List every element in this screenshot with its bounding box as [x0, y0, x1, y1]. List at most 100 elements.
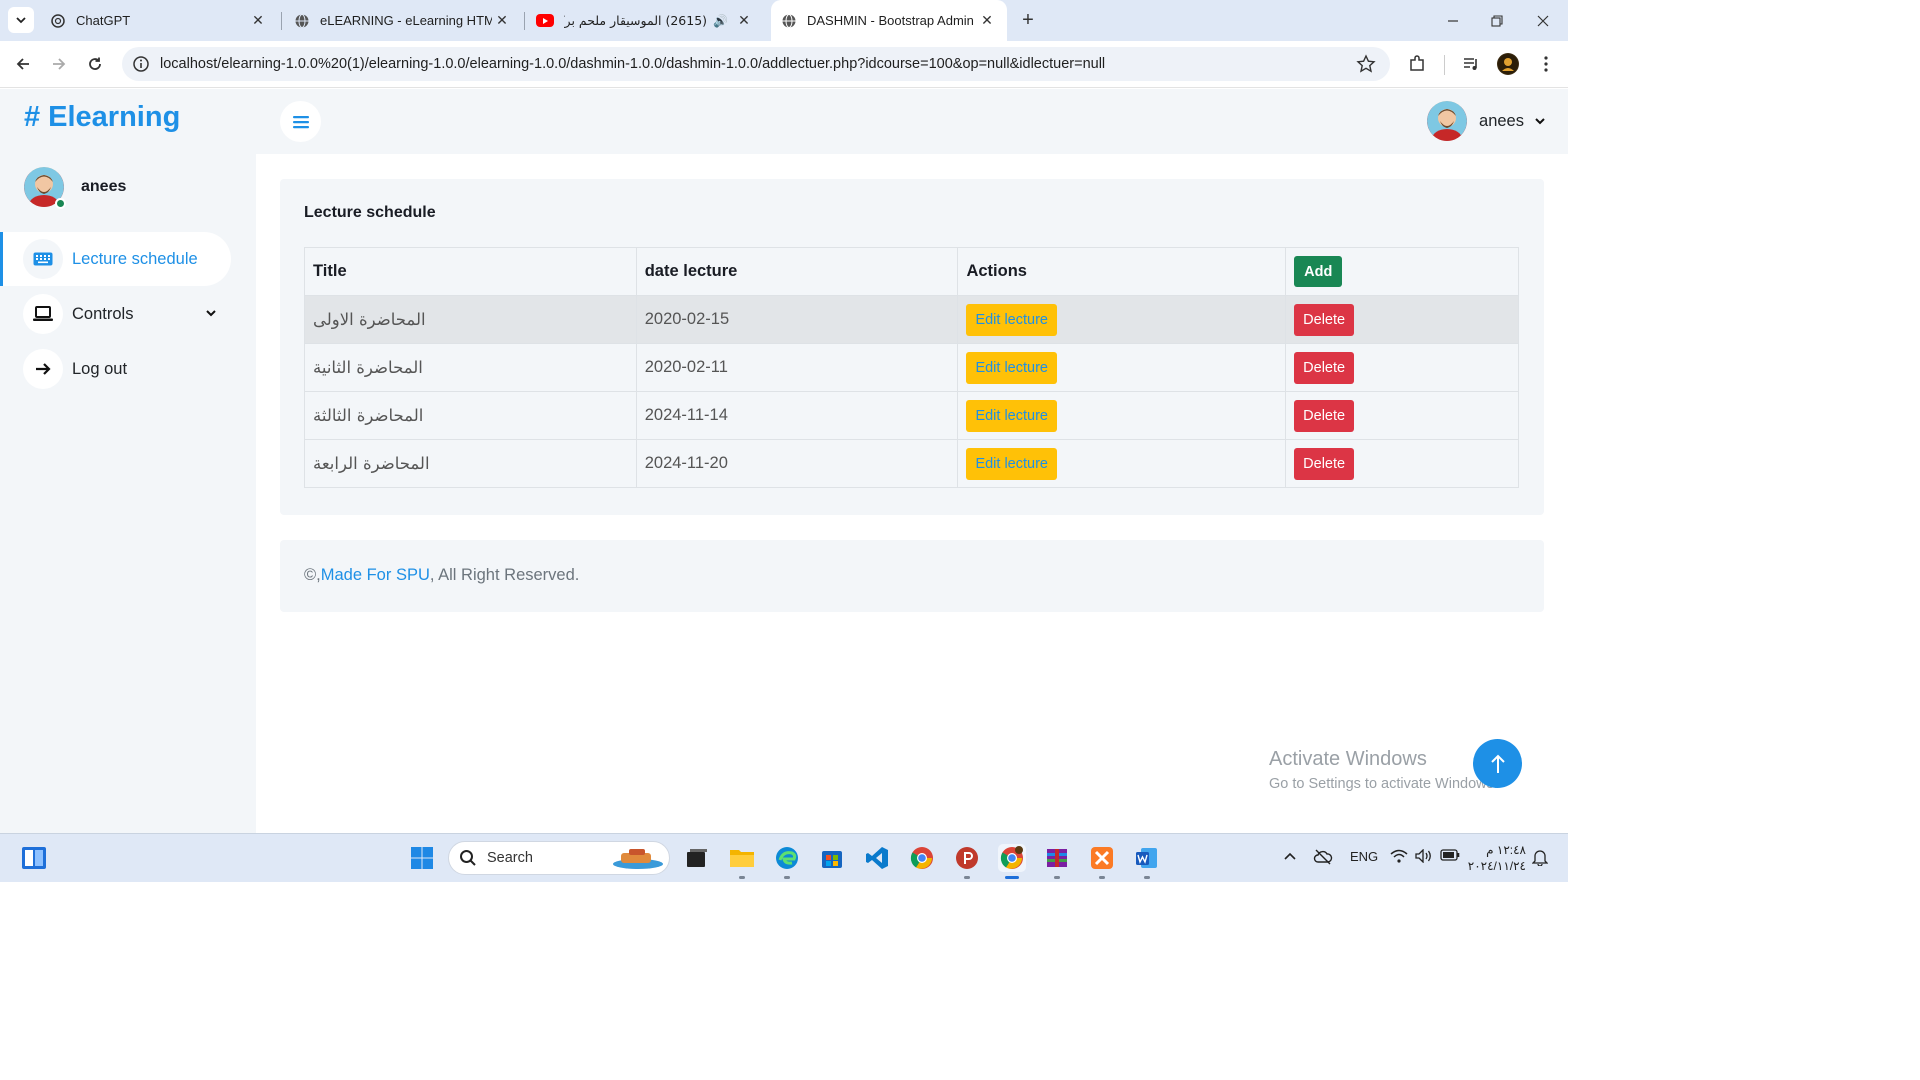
search-label: Search	[487, 850, 533, 866]
tray-overflow-chevron-icon[interactable]	[1283, 849, 1297, 864]
media-control-icon[interactable]	[1460, 53, 1482, 75]
close-tab-icon[interactable]: ✕	[248, 11, 268, 31]
sidebar-item-controls[interactable]: Controls	[0, 287, 231, 341]
tab-title: (2615) الموسيقار ملحم بركات	[564, 13, 708, 28]
delete-cell: Delete	[1285, 343, 1519, 392]
search-icon	[460, 850, 476, 866]
profile-avatar-icon[interactable]	[1497, 53, 1519, 75]
hamburger-icon	[292, 115, 309, 128]
close-tab-icon[interactable]: ✕	[977, 11, 997, 31]
wifi-icon[interactable]	[1390, 849, 1408, 866]
sidebar-item-logout[interactable]: Log out	[0, 342, 231, 396]
forward-button[interactable]	[46, 51, 72, 77]
presentation-app-icon[interactable]	[953, 844, 981, 872]
lecture-schedule-card: Lecture schedule Title date lecture Acti…	[280, 179, 1544, 515]
delete-button[interactable]: Delete	[1294, 399, 1355, 432]
chrome-icon[interactable]	[908, 844, 936, 872]
table-row: المحاضرة الاولى 2020-02-15 Edit lecture …	[304, 295, 1519, 344]
tab-title: ChatGPT	[76, 13, 131, 28]
site-info-icon[interactable]	[132, 55, 150, 73]
youtube-icon	[536, 14, 554, 27]
footer-link[interactable]: Made For SPU	[321, 566, 430, 584]
close-tab-icon[interactable]: ✕	[734, 11, 754, 31]
tab-title: eLEARNING - eLearning HTML Template	[320, 13, 492, 28]
arrow-up-icon	[1490, 754, 1505, 773]
browser-tab-youtube[interactable]: (2615) الموسيقار ملحم بركات 🔊 ✕	[528, 0, 762, 41]
delete-button[interactable]: Delete	[1294, 351, 1355, 384]
edit-lecture-button[interactable]: Edit lecture	[966, 303, 1057, 336]
back-button[interactable]	[10, 51, 36, 77]
lecture-date: 2024-11-14	[635, 391, 959, 440]
delete-cell: Delete	[1285, 391, 1519, 440]
sidebar-toggle-button[interactable]	[280, 101, 321, 142]
new-tab-button[interactable]: +	[1016, 8, 1040, 32]
footer: ©,Made For SPU, All Right Reserved.	[280, 540, 1544, 612]
edit-lecture-button[interactable]: Edit lecture	[966, 399, 1057, 432]
windows-taskbar: Search ENG ١٢:٤٨ م ٢٠٢٤/١١/٢٤	[0, 833, 1568, 882]
lecture-title: المحاضرة الثانية	[304, 343, 637, 392]
close-tab-icon[interactable]: ✕	[492, 11, 512, 31]
user-dropdown[interactable]: anees	[1427, 101, 1546, 141]
word-icon[interactable]	[1133, 844, 1161, 872]
microsoft-store-icon[interactable]	[818, 844, 846, 872]
close-window-button[interactable]	[1520, 0, 1566, 41]
cloud-offline-icon[interactable]	[1313, 849, 1333, 868]
delete-button[interactable]: Delete	[1294, 303, 1355, 336]
address-bar[interactable]: localhost/elearning-1.0.0%20(1)/elearnin…	[122, 47, 1390, 81]
reload-button[interactable]	[82, 51, 108, 77]
winrar-icon[interactable]	[1043, 844, 1071, 872]
table-row: المحاضرة الثالثة 2024-11-14 Edit lecture…	[304, 391, 1519, 440]
back-to-top-button[interactable]	[1473, 739, 1522, 788]
hashtag-icon: #	[24, 101, 41, 133]
file-explorer-icon[interactable]	[728, 844, 756, 872]
language-indicator[interactable]: ENG	[1350, 849, 1378, 864]
chrome-profile-icon[interactable]	[998, 844, 1026, 872]
edge-icon[interactable]	[773, 844, 801, 872]
table-header-row: Title date lecture Actions Add	[304, 247, 1519, 296]
taskbar-search[interactable]: Search	[448, 841, 670, 875]
speaker-icon[interactable]: 🔊	[713, 14, 728, 28]
actions-cell: Edit lecture	[957, 343, 1287, 392]
extensions-icon[interactable]	[1406, 53, 1428, 75]
browser-tab-elearning[interactable]: eLEARNING - eLearning HTML Template ✕	[286, 0, 520, 41]
sidebar-user: anees	[24, 167, 126, 209]
brand-logo[interactable]: # Elearning	[24, 101, 180, 134]
url-text[interactable]: localhost/elearning-1.0.0%20(1)/elearnin…	[160, 56, 1105, 72]
delete-button[interactable]: Delete	[1294, 447, 1355, 480]
volume-icon[interactable]	[1415, 848, 1433, 866]
xampp-icon[interactable]	[1088, 844, 1116, 872]
globe-icon	[781, 13, 797, 29]
sidebar-item-label: Log out	[72, 359, 128, 378]
lecture-title: المحاضرة الثالثة	[304, 391, 637, 440]
bookmark-star-icon[interactable]	[1356, 54, 1376, 74]
battery-icon[interactable]	[1440, 849, 1460, 864]
chevron-down-icon	[16, 17, 26, 24]
restore-button[interactable]	[1474, 0, 1520, 41]
system-clock[interactable]: ١٢:٤٨ م ٢٠٢٤/١١/٢٤	[1466, 842, 1526, 874]
online-status-dot	[55, 198, 66, 209]
widgets-icon[interactable]	[20, 844, 48, 872]
task-view-icon[interactable]	[683, 844, 711, 872]
notification-bell-icon[interactable]	[1531, 848, 1549, 869]
globe-icon	[294, 13, 310, 29]
browser-tab-chatgpt[interactable]: ChatGPT ✕	[42, 0, 276, 41]
edit-lecture-button[interactable]: Edit lecture	[966, 351, 1057, 384]
browser-menu-icon[interactable]	[1535, 53, 1557, 75]
vscode-icon[interactable]	[863, 844, 891, 872]
brand-name: Elearning	[48, 101, 181, 133]
arrow-right-icon	[53, 58, 66, 70]
minimize-button[interactable]	[1430, 0, 1476, 41]
delete-cell: Delete	[1285, 295, 1519, 344]
windows-start-icon[interactable]	[408, 844, 436, 872]
add-button[interactable]: Add	[1294, 256, 1343, 287]
column-header-add: Add	[1285, 247, 1519, 296]
edit-lecture-button[interactable]: Edit lecture	[966, 447, 1057, 480]
browser-tab-dashmin[interactable]: DASHMIN - Bootstrap Admin Template ✕	[771, 0, 1007, 41]
chevron-down-icon[interactable]	[205, 307, 217, 319]
sidebar-item-lecture-schedule[interactable]: Lecture schedule	[0, 232, 231, 286]
browser-toolbar: localhost/elearning-1.0.0%20(1)/elearnin…	[0, 41, 1568, 88]
lecture-table: Title date lecture Actions Add المحاضرة …	[304, 247, 1519, 488]
restore-icon	[1491, 14, 1503, 27]
reload-icon	[89, 57, 101, 70]
tab-search-button[interactable]	[8, 7, 34, 33]
